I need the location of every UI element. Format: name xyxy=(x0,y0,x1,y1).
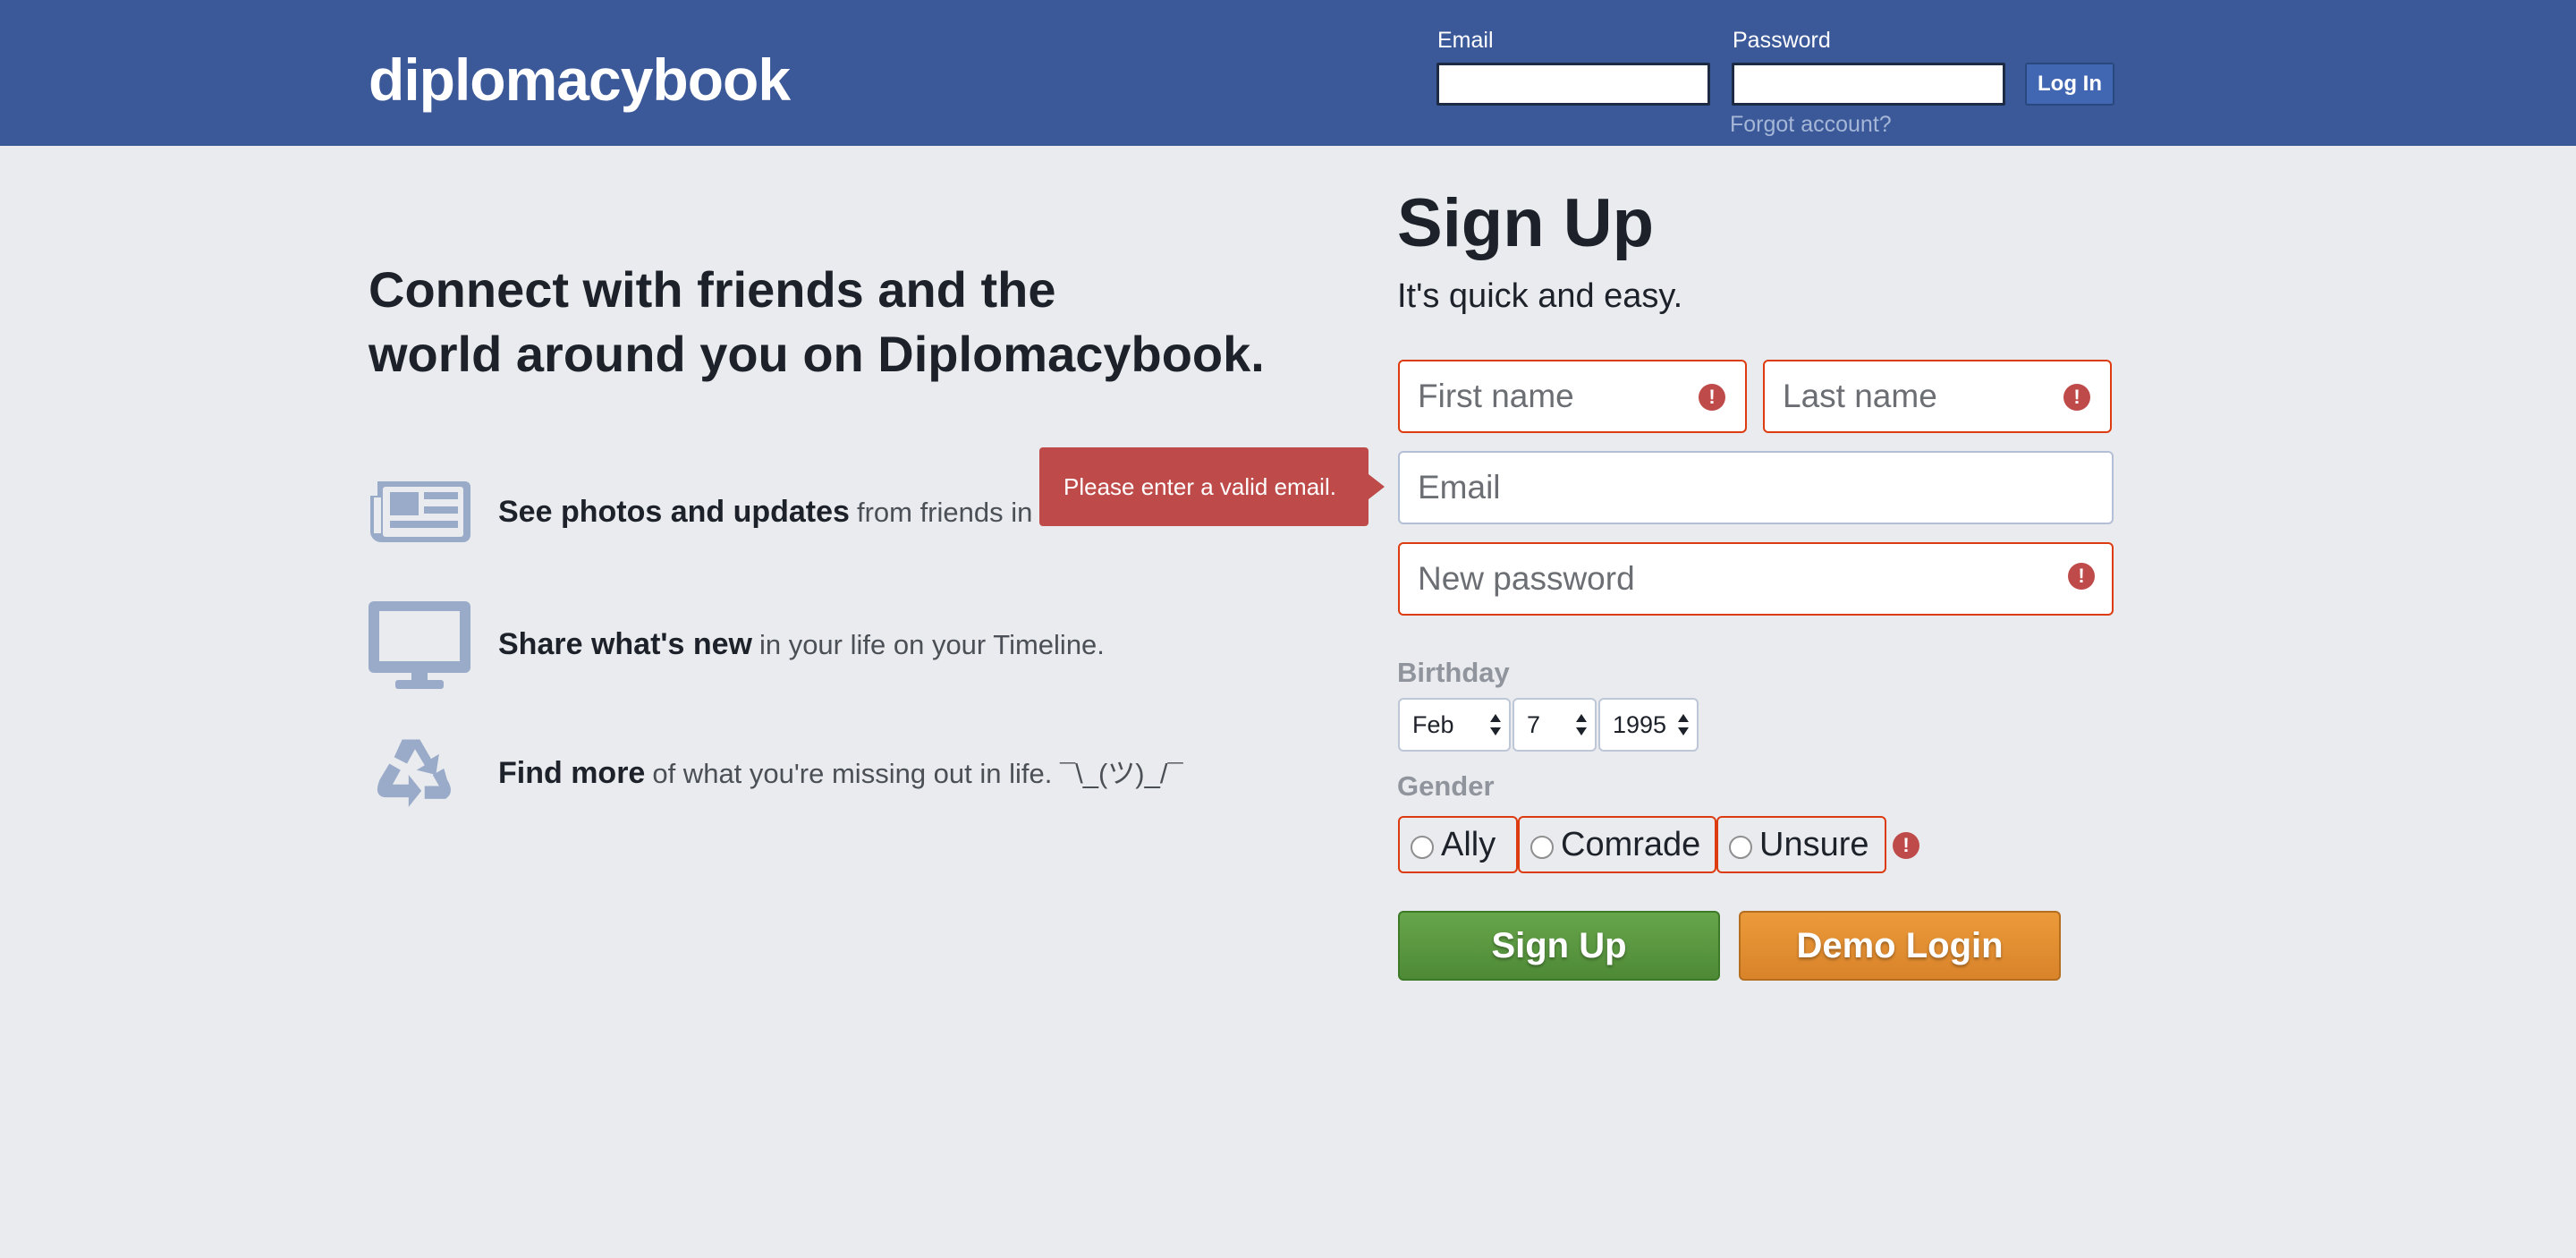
gender-option-label: Ally xyxy=(1441,826,1496,863)
feature-title: Share what's new xyxy=(498,627,752,661)
password-error-icon: ! xyxy=(2068,563,2095,590)
last-name-input[interactable] xyxy=(1763,360,2112,433)
feature-title: Find more xyxy=(498,756,646,790)
radio-button[interactable] xyxy=(1411,836,1434,859)
birthday-month-value: Feb xyxy=(1412,711,1454,738)
monitor-icon xyxy=(369,601,470,689)
gender-option-ally[interactable]: Ally xyxy=(1398,816,1518,873)
select-arrows-icon xyxy=(1678,714,1689,735)
tooltip-arrow xyxy=(1368,474,1385,499)
new-password-input[interactable] xyxy=(1398,542,2114,616)
gender-option-label: Unsure xyxy=(1759,826,1869,863)
feature-desc: in your life on your Timeline. xyxy=(758,629,1105,660)
recycle-icon xyxy=(377,739,451,807)
login-email-input[interactable] xyxy=(1436,63,1710,106)
login-password-input[interactable] xyxy=(1732,63,2005,106)
first-name-error-icon: ! xyxy=(1699,384,1725,411)
newspaper-icon xyxy=(370,481,470,542)
birthday-year-value: 1995 xyxy=(1613,711,1667,738)
signup-subtitle: It's quick and easy. xyxy=(1397,277,1683,315)
birthday-month-select[interactable]: Feb xyxy=(1398,698,1511,752)
signup-email-input[interactable] xyxy=(1398,451,2114,524)
gender-option-comrade[interactable]: Comrade xyxy=(1518,816,1716,873)
forgot-account-link[interactable]: Forgot account? xyxy=(1730,111,1892,138)
first-name-input[interactable] xyxy=(1398,360,1747,433)
login-password-label: Password xyxy=(1733,28,1831,53)
birthday-year-select[interactable]: 1995 xyxy=(1598,698,1699,752)
last-name-error-icon: ! xyxy=(2063,384,2090,411)
intro-headline-line2: world around you on Diplomacybook. xyxy=(369,326,1265,382)
top-navbar: diplomacybook Email Password Log In Forg… xyxy=(0,0,2576,146)
birthday-day-value: 7 xyxy=(1527,711,1541,738)
select-arrows-icon xyxy=(1576,714,1587,735)
site-logo[interactable]: diplomacybook xyxy=(369,43,791,116)
feature-desc: from friends in xyxy=(856,497,1033,528)
feature-title: See photos and updates xyxy=(498,495,850,529)
gender-option-label: Comrade xyxy=(1561,826,1701,863)
gender-label: Gender xyxy=(1397,770,1495,802)
birthday-label: Birthday xyxy=(1397,657,1510,688)
select-arrows-icon xyxy=(1490,714,1501,735)
intro-headline-line1: Connect with friends and the xyxy=(369,261,1056,318)
signup-title: Sign Up xyxy=(1397,185,1655,261)
radio-button[interactable] xyxy=(1729,836,1752,859)
login-button[interactable]: Log In xyxy=(2025,63,2114,106)
login-email-label: Email xyxy=(1437,28,1494,53)
intro-headline: Connect with friends and the world aroun… xyxy=(369,258,1299,387)
birthday-day-select[interactable]: 7 xyxy=(1513,698,1597,752)
gender-option-unsure[interactable]: Unsure xyxy=(1716,816,1886,873)
feature-desc: of what you're missing out in life. ¯\_(… xyxy=(652,758,1183,789)
radio-button[interactable] xyxy=(1530,836,1554,859)
demo-login-button[interactable]: Demo Login xyxy=(1739,911,2061,981)
email-error-tooltip: Please enter a valid email. xyxy=(1039,447,1368,526)
signup-button[interactable]: Sign Up xyxy=(1398,911,1720,981)
gender-error-icon: ! xyxy=(1893,832,1919,859)
